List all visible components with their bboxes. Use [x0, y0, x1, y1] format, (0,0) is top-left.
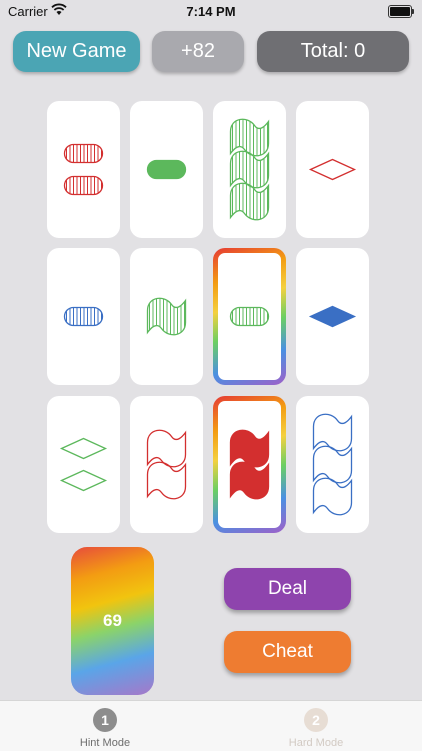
set-card[interactable] [296, 396, 369, 533]
squiggle-symbol [312, 413, 353, 452]
set-card[interactable] [296, 101, 369, 238]
set-card[interactable] [47, 101, 120, 238]
diamond-symbol [59, 437, 108, 460]
squiggle-symbol [146, 429, 187, 468]
set-card[interactable] [213, 248, 286, 385]
card-symbols [146, 297, 187, 336]
set-card[interactable] [130, 396, 203, 533]
tab-label: Hard Mode [288, 737, 344, 749]
card-symbols [63, 143, 104, 196]
deck-pile[interactable]: 69 [71, 547, 154, 695]
deck-count: 69 [103, 611, 122, 630]
set-card[interactable] [47, 248, 120, 385]
total-score: Total: 0 [257, 31, 409, 72]
squiggle-symbol [229, 461, 270, 500]
squiggle-symbol [146, 461, 187, 500]
set-card[interactable] [213, 101, 286, 238]
card-symbols [229, 118, 270, 221]
deal-button[interactable]: Deal [224, 568, 351, 610]
oval-symbol [146, 159, 187, 180]
card-symbols [59, 437, 108, 492]
tab-bar: 1 Hint Mode 2 Hard Mode [0, 700, 422, 751]
cheat-button[interactable]: Cheat [224, 631, 351, 673]
squiggle-symbol [312, 477, 353, 516]
status-bar: Carrier 7:14 PM [0, 0, 422, 24]
set-card[interactable] [47, 396, 120, 533]
clock: 7:14 PM [186, 4, 236, 19]
battery-icon [388, 5, 414, 18]
set-card[interactable] [296, 248, 369, 385]
set-card[interactable] [130, 248, 203, 385]
tab-label: Hint Mode [79, 737, 131, 749]
hint-mode-icon: 1 [93, 708, 117, 732]
card-symbols [146, 159, 187, 180]
diamond-symbol [59, 469, 108, 492]
score-badge: +82 [152, 31, 244, 72]
diamond-symbol [308, 158, 357, 181]
card-symbols [312, 413, 353, 516]
hard-mode-icon: 2 [304, 708, 328, 732]
card-symbols [308, 305, 357, 328]
new-game-button[interactable]: New Game [13, 31, 140, 72]
card-symbols [229, 306, 270, 327]
squiggle-symbol [312, 445, 353, 484]
tab-hard-mode[interactable]: 2 Hard Mode [256, 701, 376, 751]
tab-hint-mode[interactable]: 1 Hint Mode [45, 701, 165, 751]
set-card[interactable] [130, 101, 203, 238]
card-symbols [308, 158, 357, 181]
diamond-symbol [308, 305, 357, 328]
card-symbols [229, 429, 270, 500]
squiggle-symbol [229, 429, 270, 468]
card-symbols [146, 429, 187, 500]
card-symbols [63, 306, 104, 327]
set-card[interactable] [213, 396, 286, 533]
